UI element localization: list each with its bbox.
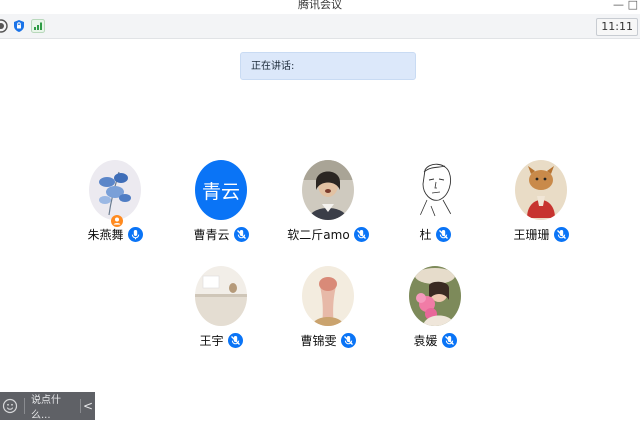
window-title: 腾讯会议 — [298, 0, 342, 11]
avatar — [409, 266, 461, 326]
participant-tile[interactable]: 杜 — [390, 160, 480, 252]
participant-tile[interactable]: 朱燕舞 — [70, 160, 160, 252]
participant-name: 曹青云 — [193, 228, 230, 242]
record-icon[interactable] — [0, 19, 8, 33]
avatar — [515, 160, 567, 220]
mic-muted-icon[interactable] — [233, 227, 249, 242]
participant-name: 朱燕舞 — [87, 228, 124, 242]
mic-muted-icon[interactable] — [340, 333, 356, 348]
chat-input[interactable]: 说点什么... — [31, 391, 80, 421]
meeting-toolbar: 11:11 — [0, 14, 640, 39]
collapse-chat-button[interactable]: < — [80, 399, 95, 413]
avatar — [89, 160, 141, 220]
participant-tile[interactable]: 曹锦雯 — [283, 266, 373, 358]
mic-muted-icon[interactable] — [441, 333, 457, 348]
speaking-indicator: 正在讲话: — [240, 52, 416, 80]
minimize-button[interactable]: — — [613, 0, 624, 11]
mic-active-icon[interactable] — [127, 227, 143, 242]
participant-tile[interactable]: 青云 曹青云 — [176, 160, 266, 252]
participant-tile[interactable]: 袁媛 — [390, 266, 480, 358]
avatar — [195, 266, 247, 326]
emoji-icon[interactable] — [2, 398, 18, 414]
participant-name: 杜 — [419, 228, 432, 242]
security-shield-icon[interactable] — [12, 19, 26, 33]
mic-muted-icon[interactable] — [227, 333, 243, 348]
participant-tile[interactable]: 王宇 — [176, 266, 266, 358]
participant-name: 王宇 — [199, 334, 224, 348]
maximize-button[interactable]: □ — [628, 0, 638, 11]
participant-name: 袁媛 — [413, 334, 438, 348]
mic-muted-icon[interactable] — [435, 227, 451, 242]
host-badge-icon — [111, 212, 123, 227]
participant-name: 软二斤amo — [287, 228, 350, 242]
title-bar: 腾讯会议 — □ — [0, 0, 640, 12]
mic-muted-icon[interactable] — [553, 227, 569, 242]
text-avatar: 青云 — [195, 160, 247, 220]
avatar — [302, 160, 354, 220]
chat-bar: 说点什么... < — [0, 391, 95, 421]
meeting-timer: 11:11 — [596, 18, 638, 36]
avatar — [409, 160, 461, 220]
signal-bars-icon[interactable] — [31, 19, 45, 33]
participant-tile[interactable]: 软二斤amo — [283, 160, 373, 252]
divider — [24, 398, 25, 414]
participant-name: 曹锦雯 — [300, 334, 337, 348]
participant-name: 王珊珊 — [513, 228, 550, 242]
participant-tile[interactable]: 王珊珊 — [496, 160, 586, 252]
avatar — [302, 266, 354, 326]
avatar: 青云 — [195, 160, 247, 220]
speaking-label: 正在讲话: — [251, 61, 295, 72]
mic-muted-icon[interactable] — [353, 227, 369, 242]
